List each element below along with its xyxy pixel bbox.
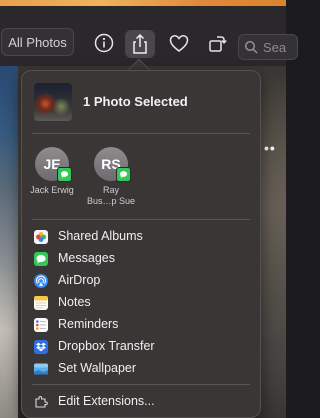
messages-badge-icon <box>57 167 72 182</box>
reminders-icon <box>34 318 48 332</box>
notes-icon <box>34 296 48 310</box>
shared-albums-icon <box>34 230 48 244</box>
menu-item-label: AirDrop <box>58 273 101 287</box>
wallpaper-icon <box>34 362 48 376</box>
rotate-icon[interactable] <box>206 32 228 54</box>
toolbar: All Photos Sea <box>0 6 298 67</box>
info-icon[interactable] <box>93 32 115 54</box>
menu-item-shared-albums[interactable]: Shared Albums <box>32 226 250 248</box>
menu-item-edit-extensions[interactable]: Edit Extensions... <box>32 391 250 413</box>
divider <box>32 219 250 220</box>
selected-photo-thumbnail <box>34 83 72 121</box>
photo-edge-strip <box>0 66 18 418</box>
messages-badge-icon <box>116 167 131 182</box>
search-field[interactable]: Sea <box>238 34 298 60</box>
menu-item-label: Dropbox Transfer <box>58 339 155 353</box>
airdrop-icon <box>34 274 48 288</box>
menu-item-label: Messages <box>58 251 115 265</box>
menu-item-notes[interactable]: Notes <box>32 292 250 314</box>
contact-name: Jack Erwig <box>30 185 74 195</box>
menu-item-label: Reminders <box>58 317 119 331</box>
menu-item-dropbox-transfer[interactable]: Dropbox Transfer <box>32 336 250 358</box>
avatar: RS <box>94 147 131 182</box>
share-icon <box>133 33 147 54</box>
menu-item-messages[interactable]: Messages <box>32 248 250 270</box>
all-photos-button[interactable]: All Photos <box>1 28 74 56</box>
menu-item-label: Edit Extensions... <box>58 394 155 408</box>
menu-item-label: Set Wallpaper <box>58 361 137 375</box>
menu-item-label: Notes <box>58 295 91 309</box>
divider <box>32 384 250 385</box>
divider <box>32 133 250 134</box>
search-placeholder: Sea <box>263 40 287 55</box>
extensions-icon <box>34 395 48 409</box>
dropbox-icon <box>34 340 48 354</box>
avatar: JE <box>35 147 72 182</box>
contact-jack-erwig[interactable]: JE Jack Erwig <box>22 147 82 196</box>
more-options-icon[interactable]: •• <box>264 140 276 156</box>
contact-name: Ray Bus…p Sue <box>86 185 136 206</box>
search-icon <box>244 40 258 54</box>
favorite-heart-icon[interactable] <box>168 32 190 54</box>
contact-ray[interactable]: RS Ray Bus…p Sue <box>81 147 141 207</box>
menu-item-set-wallpaper[interactable]: Set Wallpaper <box>32 358 250 380</box>
messages-icon <box>34 252 48 266</box>
menu-item-reminders[interactable]: Reminders <box>32 314 250 336</box>
share-button[interactable] <box>125 30 155 58</box>
share-popover: 1 Photo Selected JE Jack Erwig RS Ray Bu… <box>21 70 261 418</box>
menu-item-label: Shared Albums <box>58 229 143 243</box>
menu-item-airdrop[interactable]: AirDrop <box>32 270 250 292</box>
selection-title: 1 Photo Selected <box>83 94 188 109</box>
